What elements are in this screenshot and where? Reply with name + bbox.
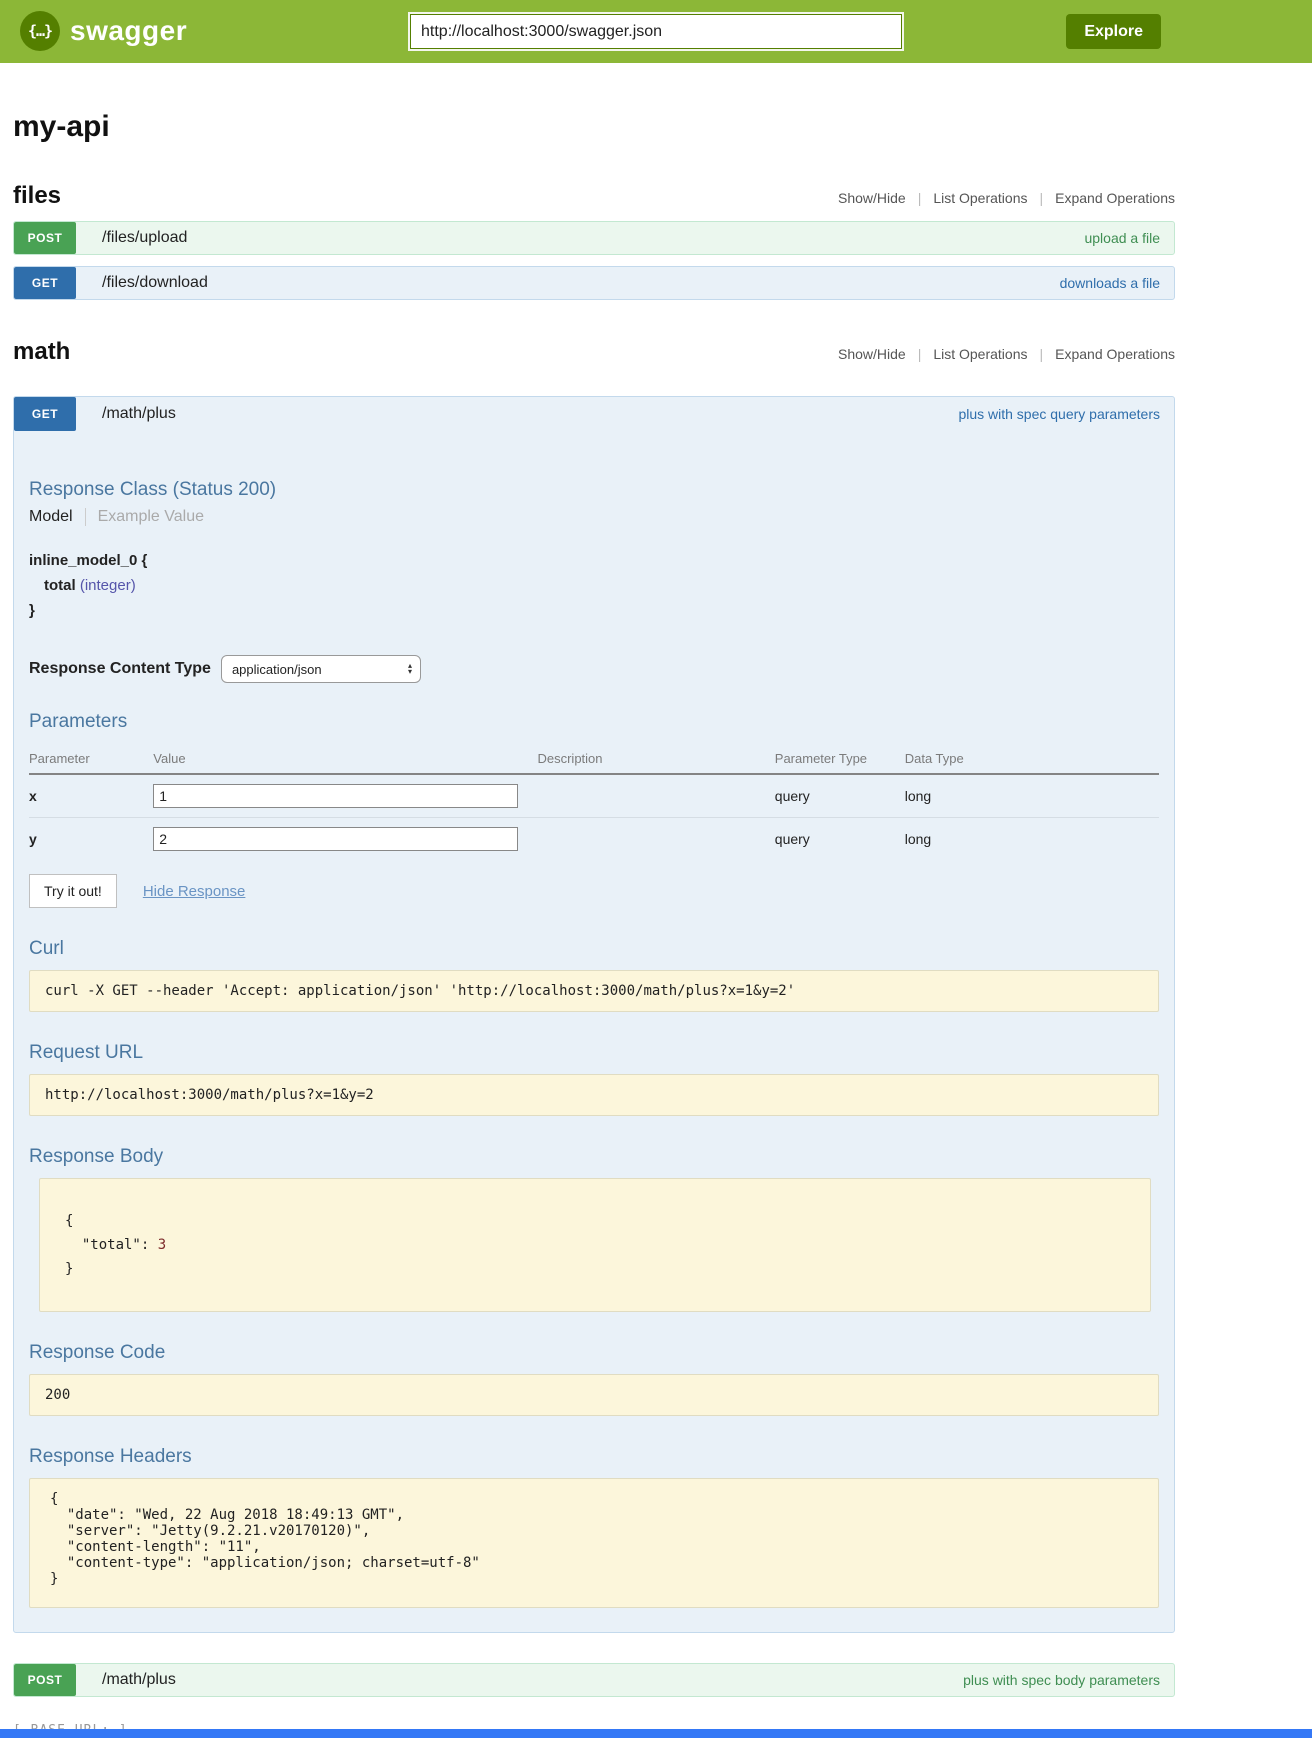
page-title: my-api bbox=[13, 110, 1175, 144]
try-it-out-button[interactable]: Try it out! bbox=[29, 874, 117, 908]
request-url-box: http://localhost:3000/math/plus?x=1&y=2 bbox=[29, 1074, 1159, 1116]
math-section-title[interactable]: math bbox=[13, 338, 70, 366]
files-list-operations-link[interactable]: List Operations bbox=[933, 190, 1027, 206]
response-body-box: { "total": 3 } bbox=[39, 1178, 1151, 1312]
op-summary-post-math-plus[interactable]: plus with spec body parameters bbox=[963, 1672, 1160, 1688]
op-summary-files-download[interactable]: downloads a file bbox=[1060, 275, 1160, 291]
swagger-logo[interactable]: {…} swagger bbox=[20, 11, 187, 51]
op-summary-get-math-plus[interactable]: plus with spec query parameters bbox=[958, 406, 1160, 422]
swagger-logo-text: swagger bbox=[70, 15, 187, 47]
divider: | bbox=[1040, 190, 1044, 206]
response-headers-heading: Response Headers bbox=[29, 1446, 1159, 1468]
response-code-heading: Response Code bbox=[29, 1342, 1159, 1364]
files-section: files Show/Hide | List Operations | Expa… bbox=[13, 182, 1175, 300]
response-code-box: 200 bbox=[29, 1374, 1159, 1416]
spec-url-input[interactable] bbox=[410, 14, 902, 49]
math-expand-operations-link[interactable]: Expand Operations bbox=[1055, 346, 1175, 362]
op-row-files-download[interactable]: GET /files/download downloads a file bbox=[13, 266, 1175, 300]
bottom-bar bbox=[0, 1729, 1312, 1738]
post-method-badge[interactable]: POST bbox=[14, 222, 76, 254]
param-row-y: y query long bbox=[29, 818, 1159, 861]
request-url-heading: Request URL bbox=[29, 1042, 1159, 1064]
response-headers-box: { "date": "Wed, 22 Aug 2018 18:49:13 GMT… bbox=[29, 1478, 1159, 1608]
col-parameter: Parameter bbox=[29, 743, 153, 774]
math-list-operations-link[interactable]: List Operations bbox=[933, 346, 1027, 362]
param-data-type-x: long bbox=[905, 774, 1159, 818]
curl-command-box: curl -X GET --header 'Accept: applicatio… bbox=[29, 970, 1159, 1012]
divider: | bbox=[1040, 346, 1044, 362]
response-body-value: 3 bbox=[158, 1237, 166, 1253]
get-method-badge[interactable]: GET bbox=[14, 267, 76, 299]
param-input-y[interactable] bbox=[153, 827, 518, 851]
col-parameter-type: Parameter Type bbox=[775, 743, 905, 774]
param-input-x[interactable] bbox=[153, 784, 518, 808]
param-description-x bbox=[537, 774, 774, 818]
col-data-type: Data Type bbox=[905, 743, 1159, 774]
hide-response-link[interactable]: Hide Response bbox=[143, 883, 246, 900]
select-arrows-icon: ▴▾ bbox=[408, 663, 412, 675]
op-path-files-upload[interactable]: /files/upload bbox=[102, 229, 187, 247]
files-section-title[interactable]: files bbox=[13, 182, 61, 210]
post-method-badge[interactable]: POST bbox=[14, 1664, 76, 1696]
math-section: math Show/Hide | List Operations | Expan… bbox=[13, 338, 1175, 1697]
param-row-x: x query long bbox=[29, 774, 1159, 818]
response-content-type-value: application/json bbox=[232, 662, 322, 677]
response-body-open: { bbox=[65, 1209, 1125, 1233]
model-prop-type: (integer) bbox=[80, 577, 136, 594]
model-open-line: inline_model_0 { bbox=[29, 548, 1159, 573]
model-snippet: inline_model_0 { total (integer) } bbox=[29, 548, 1159, 623]
response-class-heading: Response Class (Status 200) bbox=[29, 479, 1159, 501]
param-data-type-y: long bbox=[905, 818, 1159, 861]
math-show-hide-link[interactable]: Show/Hide bbox=[838, 346, 906, 362]
response-content-type-label: Response Content Type bbox=[29, 660, 211, 678]
divider: | bbox=[918, 190, 922, 206]
param-type-x: query bbox=[775, 774, 905, 818]
files-show-hide-link[interactable]: Show/Hide bbox=[838, 190, 906, 206]
param-name-y: y bbox=[29, 818, 153, 861]
param-type-y: query bbox=[775, 818, 905, 861]
parameters-table: Parameter Value Description Parameter Ty… bbox=[29, 743, 1159, 860]
model-close-line: } bbox=[29, 598, 1159, 623]
op-row-files-upload[interactable]: POST /files/upload upload a file bbox=[13, 221, 1175, 255]
op-row-get-math-plus[interactable]: GET /math/plus plus with spec query para… bbox=[14, 397, 1174, 431]
response-body-heading: Response Body bbox=[29, 1146, 1159, 1168]
response-body-close: } bbox=[65, 1257, 1125, 1281]
curl-heading: Curl bbox=[29, 938, 1159, 960]
op-path-files-download[interactable]: /files/download bbox=[102, 274, 208, 292]
parameters-heading: Parameters bbox=[29, 711, 1159, 733]
header-bar: {…} swagger Explore bbox=[0, 0, 1312, 63]
model-prop-name: total bbox=[44, 577, 76, 594]
get-method-badge[interactable]: GET bbox=[14, 397, 76, 431]
tab-example-value[interactable]: Example Value bbox=[86, 508, 204, 526]
op-row-post-math-plus[interactable]: POST /math/plus plus with spec body para… bbox=[13, 1663, 1175, 1697]
op-summary-files-upload[interactable]: upload a file bbox=[1084, 230, 1160, 246]
swagger-logo-icon: {…} bbox=[20, 11, 60, 51]
op-expanded-get-math-plus: GET /math/plus plus with spec query para… bbox=[13, 396, 1175, 1633]
response-body-key: "total": bbox=[82, 1237, 158, 1253]
divider: | bbox=[918, 346, 922, 362]
tab-model[interactable]: Model bbox=[29, 508, 86, 526]
col-value: Value bbox=[153, 743, 537, 774]
op-path-get-math-plus[interactable]: /math/plus bbox=[102, 405, 176, 423]
op-path-post-math-plus[interactable]: /math/plus bbox=[102, 1671, 176, 1689]
param-description-y bbox=[537, 818, 774, 861]
param-name-x: x bbox=[29, 774, 153, 818]
response-content-type-select[interactable]: application/json ▴▾ bbox=[221, 655, 421, 683]
col-description: Description bbox=[537, 743, 774, 774]
files-expand-operations-link[interactable]: Expand Operations bbox=[1055, 190, 1175, 206]
explore-button[interactable]: Explore bbox=[1066, 14, 1161, 49]
